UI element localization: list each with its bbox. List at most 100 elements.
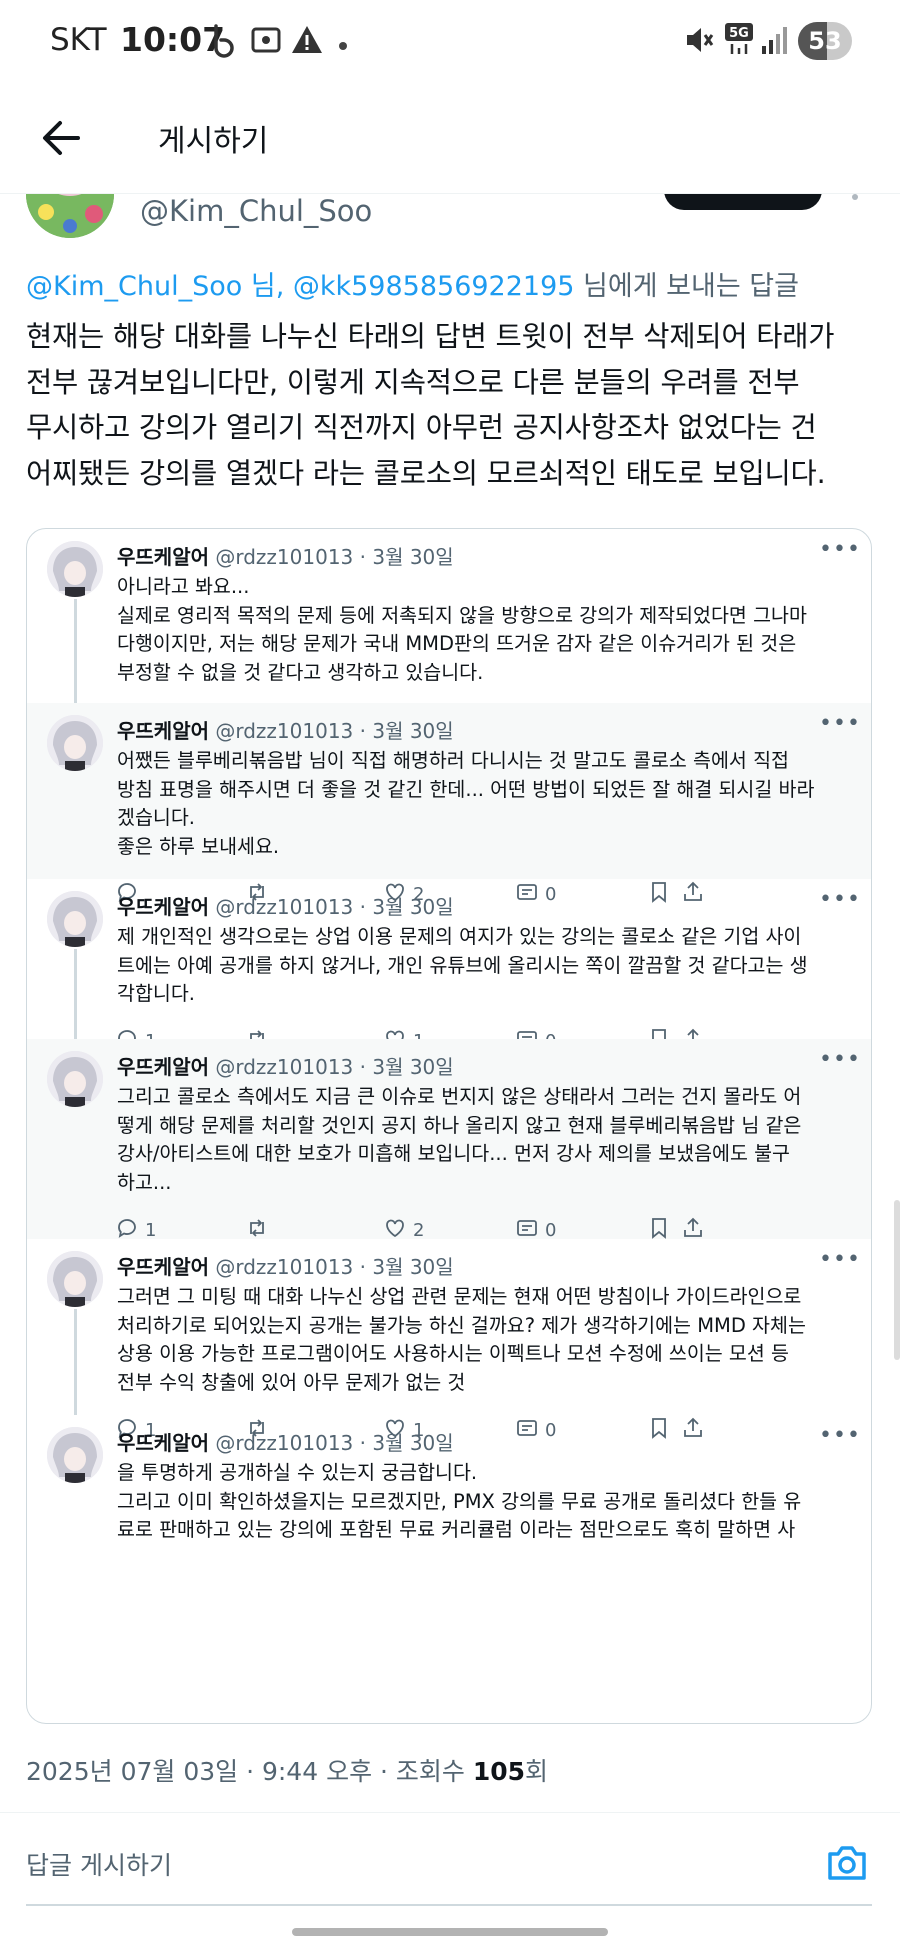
tweet-header: 우뜨케알어 @rdzz101013 · 3월 30일 [117,715,454,744]
mention-link[interactable]: @kk5985856922195 [293,271,575,302]
input-underline [26,1904,872,1906]
tweet-text: 현재는 해당 대화를 나누신 타래의 답변 트윗이 전부 삭제되어 타래가 전부… [26,314,876,496]
top-app-bar: 게시하기 [0,84,900,194]
avatar[interactable] [47,715,103,771]
action-count: 0 [545,1219,557,1241]
author-handle-date: @rdzz101013 · 3월 30일 [209,719,454,743]
tweet-body: 제 개인적인 생각으로는 상업 이용 문제의 여지가 있는 강의는 콜로소 같은… [117,923,857,1009]
mention-separator: 님, [242,271,293,302]
avatar[interactable] [47,1427,103,1483]
scrollbar[interactable] [894,1200,900,1360]
quoted-tweet[interactable]: 우뜨케알어 @rdzz101013 · 3월 30일 ••• 어쨌든 블루베리볶음밥… [27,703,871,905]
tweet-header: 우뜨케알어 @rdzz101013 · 3월 30일 [117,891,454,920]
more-options-icon[interactable]: ••• [819,1247,861,1272]
tweet-header: 우뜨케알어 @rdzz101013 · 3월 30일 [117,1427,454,1456]
tweet-body-line: 실제로 영리적 목적의 문제 등에 저촉되지 않을 방향으로 강의가 제작되었다… [117,603,807,627]
tweet-header: 우뜨케알어 @rdzz101013 · 3월 30일 [117,541,454,570]
tweet-body-line: 어쨌든 블루베리볶음밥 님이 직접 해명하러 다니시는 것 말고도 콜로소 측에… [117,749,789,772]
tweet-body-line: 떻게 해당 문제를 처리할 것인지 공지 하나 올리지 않고 현재 블루베리볶음… [117,1113,802,1137]
reply-input[interactable]: 답글 게시하기 [26,1846,172,1882]
view-count-suffix: 회 [525,1757,549,1786]
action-count: 2 [413,1219,425,1241]
thread-connector [74,599,77,703]
author-name[interactable]: 우뜨케알어 [117,1255,209,1279]
app-b-icon [210,24,240,62]
quoted-tweet[interactable]: 우뜨케알어 @rdzz101013 · 3월 30일 ••• 아니라고 봐요... 실… [27,529,871,731]
tweet-body-line: 강사/아티스트에 대한 보호가 미흡해 보입니다... 먼저 강사 제의를 보냈… [117,1142,790,1165]
avatar[interactable] [47,541,103,597]
tweet-header: 우뜨케알어 @rdzz101013 · 3월 30일 [117,1251,454,1280]
status-bar: SKT 10:07 5G 53 [0,0,900,84]
quoted-thread-card[interactable]: 우뜨케알어 @rdzz101013 · 3월 30일 ••• 아니라고 봐요... 실… [26,528,872,1724]
tweet-body-line: 전부 수익 창출에 있어 아무 문제가 없는 것 [117,1370,466,1394]
more-options-icon[interactable]: ••• [819,887,861,912]
tweet-body-line: 그리고 이미 확인하셨을지는 모르겠지만, PMX 강의를 무료 공개로 돌리셨… [117,1489,802,1513]
tweet-body-line: 그러면 그 미팅 때 대화 나누신 상업 관련 문제는 현재 어떤 방침이나 가… [117,1285,802,1308]
tweet-body-line: 그리고 콜로소 측에서도 지금 큰 이슈로 번지지 않은 상태라서 그러는 건지… [117,1085,802,1108]
tweet-body: 그리고 콜로소 측에서도 지금 큰 이슈로 번지지 않은 상태라서 그러는 건지… [117,1083,857,1197]
mention-link[interactable]: @Kim_Chul_Soo [26,271,242,302]
tweet-header: 우뜨케알어 @rdzz101013 · 3월 30일 [117,1051,454,1080]
quoted-tweet[interactable]: 우뜨케알어 @rdzz101013 · 3월 30일 ••• 그러면 그 미팅 때 … [27,1239,871,1441]
avatar[interactable] [47,891,103,947]
camera-button[interactable] [824,1840,870,1886]
battery-indicator: 53 [798,22,852,60]
screenshot-icon [250,24,282,60]
home-indicator[interactable] [292,1928,608,1936]
dot-icon [338,36,348,55]
battery-percent: 53 [808,27,842,55]
arrow-left-icon [43,121,80,155]
author-name[interactable]: 우뜨케알어 [117,1431,209,1455]
author-name[interactable]: 우뜨케알어 [117,545,209,569]
quoted-tweet[interactable]: 우뜨케알어 @rdzz101013 · 3월 30일 ••• 을 투명하게 공개하실… [27,1415,871,1723]
avatar[interactable] [47,1051,103,1107]
camera-icon [828,1846,866,1880]
tweet-body-line: 방침 표명을 해주시면 더 좋을 것 같긴 한데... 어떤 방법이 되었든 잘… [117,777,815,801]
carrier-label: SKT [50,22,107,58]
thread-connector [74,949,77,1039]
tweet-timestamp: 2025년 07월 03일 · 9:44 오후 · 조회수 105회 [26,1752,548,1788]
tweet-body-line: 처리하기로 되어있는지 공개는 불가능 하신 걸까요? 제가 생각하기에는 MM… [117,1313,806,1337]
quoted-tweet[interactable]: 우뜨케알어 @rdzz101013 · 3월 30일 ••• 제 개인적인 생각으로… [27,879,871,1052]
tweet-body-line: 아니라고 봐요... [117,575,250,598]
warning-icon [290,24,324,60]
reply-to-suffix: 님에게 보내는 답글 [574,271,799,302]
more-options-icon[interactable]: ••• [819,711,861,736]
tweet-body-line: 료로 판매하고 있는 강의에 포함된 무료 커리큘럼 이라는 점만으로도 혹히 … [117,1518,796,1541]
author-handle[interactable]: @Kim_Chul_Soo [140,194,372,228]
more-options-icon[interactable]: ••• [819,537,861,562]
author-name[interactable]: 우뜨케알어 [117,895,209,919]
tweet-body-line: 트에는 아예 공개를 하지 않거나, 개인 유튜브에 올리시는 쪽이 깔끔할 것… [117,953,808,977]
tweet-body: 그러면 그 미팅 때 대화 나누신 상업 관련 문제는 현재 어떤 방침이나 가… [117,1283,857,1397]
tweet-body-line: 다행이지만, 저는 해당 문제가 국내 MMD판의 뜨거운 감자 같은 이슈거리… [117,632,797,655]
replying-to-line: @Kim_Chul_Soo 님, @kk5985856922195 님에게 보내… [26,264,799,303]
tweet-body-line: 부정할 수 없을 것 같다고 생각하고 있습니다. [117,660,484,684]
more-options-icon[interactable]: ••• [819,1423,861,1448]
tweet-body-line: 각합니다. [117,982,195,1005]
page-title: 게시하기 [158,124,269,159]
author-handle-date: @rdzz101013 · 3월 30일 [209,895,454,919]
author-name[interactable]: 우뜨케알어 [117,1055,209,1079]
tweet-text-line: 무시하고 강의가 열리기 직전까지 아무런 공지사항조차 없었다는 건 [26,411,817,444]
tweet-body: 아니라고 봐요... 실제로 영리적 목적의 문제 등에 저촉되지 않을 방향으로… [117,573,857,687]
action-count: 1 [145,1219,157,1241]
author-name[interactable]: 우뜨케알어 [117,719,209,743]
tweet-body-line: 겠습니다. [117,806,195,829]
thread-connector [74,1309,77,1415]
quoted-tweet[interactable]: 우뜨케알어 @rdzz101013 · 3월 30일 ••• 그리고 콜로소 측에서… [27,1039,871,1241]
author-handle-date: @rdzz101013 · 3월 30일 [209,545,454,569]
author-handle-date: @rdzz101013 · 3월 30일 [209,1255,454,1279]
svg-text:5G: 5G [729,26,749,41]
timestamp-text: 2025년 07월 03일 · 9:44 오후 · 조회수 [26,1757,473,1786]
back-button[interactable] [36,112,88,164]
tweet-body-line: 을 투명하게 공개하실 수 있는지 궁금합니다. [117,1461,478,1484]
tweet-body-line: 상용 이용 가능한 프로그램이어도 사용하시는 이펙트나 모션 수정에 쓰이는 … [117,1342,789,1365]
tweet-body-line: 하고... [117,1170,172,1194]
tweet-body: 을 투명하게 공개하실 수 있는지 궁금합니다. 그리고 이미 확인하셨을지는 모… [117,1459,857,1545]
tweet-text-line: 현재는 해당 대화를 나누신 타래의 답변 트윗이 전부 삭제되어 타래가 [26,320,835,353]
more-dot-icon[interactable] [852,194,858,200]
more-options-icon[interactable]: ••• [819,1047,861,1072]
avatar[interactable] [47,1251,103,1307]
network-5g-icon: 5G [724,22,754,60]
tweet-text-line: 전부 끊겨보입니다만, 이렇게 지속적으로 다른 분들의 우려를 전부 [26,365,800,399]
